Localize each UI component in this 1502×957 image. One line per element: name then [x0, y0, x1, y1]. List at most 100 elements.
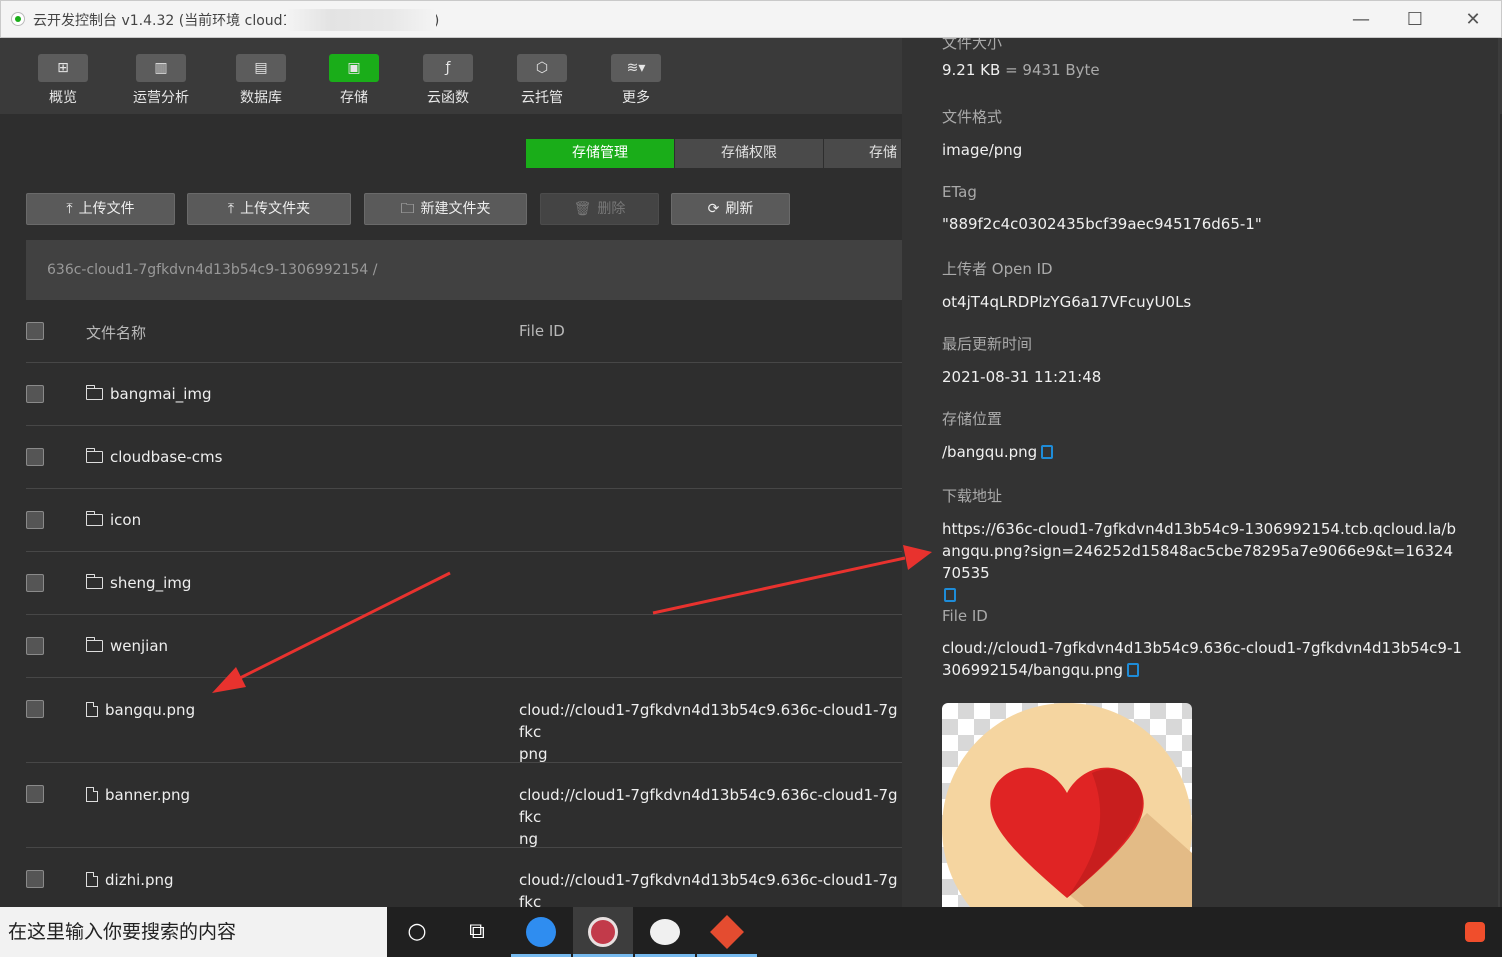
file-id-line: png: [519, 745, 548, 763]
git-app-icon[interactable]: [697, 907, 757, 957]
button-label: 新建文件夹: [420, 201, 491, 217]
task-view-icon[interactable]: ⧉: [447, 907, 507, 957]
row-checkbox[interactable]: [26, 511, 44, 529]
toolbar-functions[interactable]: ƒ 云函数: [413, 54, 483, 107]
name-text: icon: [110, 511, 142, 529]
table-row[interactable]: cloudbase-cms: [26, 426, 902, 489]
upload-icon: ⤒: [66, 201, 73, 217]
file-detail-panel: 文件大小 9.21 KB = 9431 Byte 文件格式 image/png …: [902, 38, 1500, 907]
detail-label: ETag: [942, 183, 977, 201]
tab-storage-management[interactable]: 存储管理: [526, 139, 674, 168]
copy-icon[interactable]: [944, 588, 956, 602]
close-button[interactable]: ✕: [1450, 5, 1496, 35]
detail-value: 2021-08-31 11:21:48: [942, 368, 1102, 386]
taskbar-search-input[interactable]: 在这里输入你要搜索的内容: [0, 907, 387, 957]
table-row[interactable]: banner.png cloud://cloud1-7gfkdvn4d13b54…: [26, 763, 902, 848]
app-window: 云开发控制台 v1.4.32 (当前环境 cloud1-7gfkc9) — ☐ …: [0, 0, 1502, 933]
row-checkbox[interactable]: [26, 574, 44, 592]
redacted-area: [286, 9, 436, 31]
button-label: 上传文件: [78, 201, 135, 217]
tab-storage-permissions[interactable]: 存储权限: [675, 139, 823, 168]
row-checkbox[interactable]: [26, 637, 44, 655]
cube-icon: ⬡: [517, 54, 567, 82]
detail-download-url: 下载地址 https://636c-cloud1-7gfkdvn4d13b54c…: [942, 485, 1462, 606]
toolbar-label: 概览: [49, 90, 77, 106]
table-row[interactable]: bangmai_img: [26, 363, 902, 426]
refresh-icon: ⟳: [707, 201, 720, 217]
toolbar-storage[interactable]: ▣ 存储: [319, 54, 389, 107]
heart-icon: [942, 703, 1192, 907]
file-id-line: cloud://cloud1-7gfkdvn4d13b54c9.636c-clo…: [519, 871, 898, 911]
folder-icon: [86, 637, 103, 652]
table-row[interactable]: bangqu.png cloud://cloud1-7gfkdvn4d13b54…: [26, 678, 902, 763]
breadcrumb[interactable]: 636c-cloud1-7gfkdvn4d13b54c9-1306992154 …: [26, 240, 902, 300]
table-row[interactable]: icon: [26, 489, 902, 552]
folder-icon: [86, 511, 103, 526]
qq-browser-icon[interactable]: [511, 907, 571, 957]
toolbar-more[interactable]: ≋▾ 更多: [601, 54, 671, 107]
file-icon: [86, 872, 98, 887]
new-folder-button[interactable]: 🗀 新建文件夹: [364, 193, 527, 225]
file-id-line: ng: [519, 830, 539, 848]
select-all-checkbox[interactable]: [26, 322, 44, 340]
detail-size: 文件大小 9.21 KB = 9431 Byte: [942, 38, 1462, 81]
folder-icon: [86, 448, 103, 463]
row-checkbox[interactable]: [26, 385, 44, 403]
column-header-fileid: File ID: [519, 322, 565, 340]
row-checkbox[interactable]: [26, 700, 44, 718]
folder-icon: [86, 574, 103, 589]
toolbar-label: 存储: [340, 90, 368, 106]
toolbar-cloud-hosting[interactable]: ⬡ 云托管: [507, 54, 577, 107]
file-id-text: cloud://cloud1-7gfkdvn4d13b54c9.636c-clo…: [942, 639, 1462, 679]
row-checkbox[interactable]: [26, 448, 44, 466]
detail-label: 文件大小: [942, 38, 1003, 52]
toolbar-database[interactable]: ▤ 数据库: [226, 54, 296, 107]
detail-label: 存储位置: [942, 410, 1003, 428]
title-bar: 云开发控制台 v1.4.32 (当前环境 cloud1-7gfkc9) — ☐ …: [0, 0, 1502, 38]
windows-taskbar: 在这里输入你要搜索的内容 ○ ⧉: [0, 907, 1502, 957]
refresh-button[interactable]: ⟳ 刷新: [671, 193, 790, 225]
copy-icon[interactable]: [1127, 663, 1140, 677]
download-url-text: https://636c-cloud1-7gfkdvn4d13b54c9-130…: [942, 520, 1456, 582]
file-name: wenjian: [86, 637, 168, 655]
upload-folder-button[interactable]: ⤒ 上传文件夹: [187, 193, 351, 225]
upload-file-button[interactable]: ⤒ 上传文件: [26, 193, 175, 225]
panel-scrollbar[interactable]: [1498, 38, 1500, 907]
toolbar-analytics[interactable]: ▥ 运营分析: [126, 54, 196, 107]
button-label: 上传文件夹: [240, 201, 311, 217]
avatar-app-icon[interactable]: [573, 907, 633, 957]
toolbar-overview[interactable]: ⊞ 概览: [28, 54, 98, 107]
detail-value: 9.21 KB = 9431 Byte: [942, 59, 1462, 81]
detail-location: 存储位置 /bangqu.png: [942, 408, 1462, 463]
image-preview: [942, 703, 1192, 907]
table-row[interactable]: wenjian: [26, 615, 902, 678]
new-folder-icon: 🗀: [400, 201, 415, 217]
sogou-ime-icon[interactable]: [1447, 907, 1502, 957]
detail-value: "889f2c4c0302435bcf39aec945176d65-1": [942, 215, 1262, 233]
file-name: dizhi.png: [86, 870, 174, 889]
layers-icon: ≋▾: [611, 54, 661, 82]
cortana-icon[interactable]: ○: [387, 907, 447, 957]
toolbar-label: 云托管: [521, 90, 563, 106]
detail-label: 最后更新时间: [942, 335, 1033, 353]
row-checkbox[interactable]: [26, 870, 44, 888]
row-checkbox[interactable]: [26, 785, 44, 803]
name-text: bangqu.png: [105, 701, 196, 719]
detail-value: /bangqu.png: [942, 441, 1462, 463]
file-name: sheng_img: [86, 574, 191, 592]
toolbar-label: 运营分析: [133, 90, 189, 106]
copy-icon[interactable]: [1041, 445, 1054, 459]
maximize-button[interactable]: ☐: [1392, 5, 1438, 35]
tab-storage-more[interactable]: 存储: [824, 139, 901, 168]
minimize-button[interactable]: —: [1338, 5, 1384, 35]
table-row[interactable]: sheng_img: [26, 552, 902, 615]
delete-button[interactable]: 🗑 删除: [540, 193, 659, 225]
wechat-devtools-taskbar-icon[interactable]: [635, 907, 695, 957]
table-row[interactable]: dizhi.png cloud://cloud1-7gfkdvn4d13b54c…: [26, 848, 902, 933]
name-text: dizhi.png: [105, 871, 174, 889]
file-id: cloud://cloud1-7gfkdvn4d13b54c9.636c-clo…: [519, 699, 902, 765]
database-icon: ▤: [236, 54, 286, 82]
detail-label: File ID: [942, 607, 988, 625]
toolbar-label: 数据库: [240, 90, 282, 106]
detail-value: https://636c-cloud1-7gfkdvn4d13b54c9-130…: [942, 518, 1462, 606]
